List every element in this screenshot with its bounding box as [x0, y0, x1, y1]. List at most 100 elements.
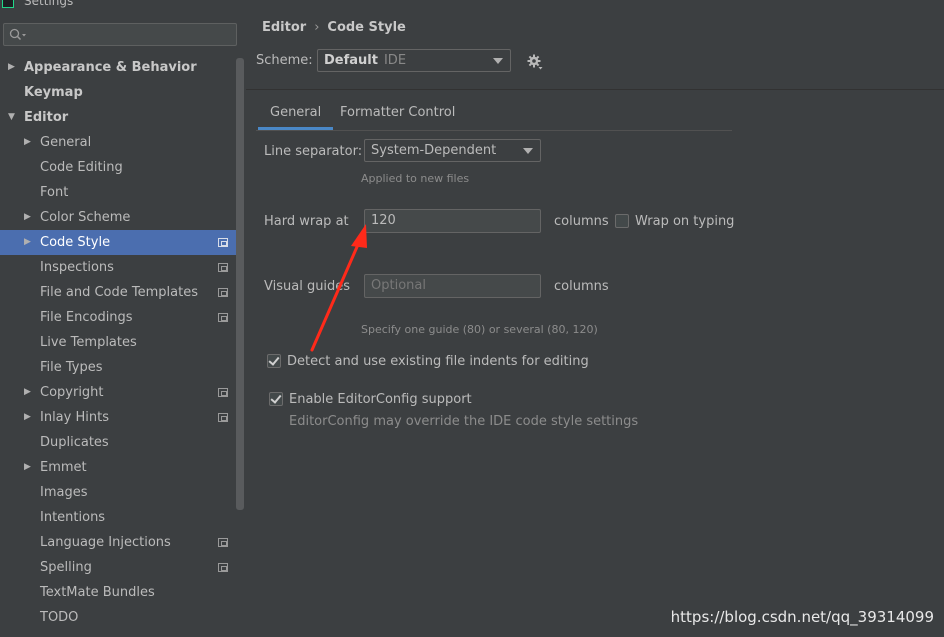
sidebar-scrollbar[interactable] — [236, 58, 244, 510]
tab-bar: General Formatter Control — [256, 100, 732, 131]
settings-sidebar: ▶ Appearance & Behavior Keymap ▼ Editor ▶ Gene… — [0, 10, 246, 637]
scheme-name: Default — [324, 53, 378, 68]
window-titlebar: Settings — [0, 0, 246, 10]
chevron-down-icon — [493, 58, 503, 64]
line-separator-dropdown[interactable]: System-Dependent — [364, 139, 541, 162]
sidebar-item-label: Inspections — [40, 260, 114, 275]
detect-indents-label[interactable]: Detect and use existing file indents for… — [287, 354, 589, 369]
sidebar-item-label: Duplicates — [40, 435, 109, 450]
sidebar-item-file-and-code-templates[interactable]: File and Code Templates — [0, 280, 236, 305]
project-scope-icon — [218, 313, 228, 322]
sidebar-item-inlay-hints[interactable]: ▶ Inlay Hints — [0, 405, 236, 430]
project-scope-icon — [218, 563, 228, 572]
editorconfig-checkbox[interactable] — [269, 392, 283, 406]
chevron-right-icon[interactable]: ▶ — [8, 55, 20, 80]
sidebar-item-label: TODO — [40, 610, 79, 625]
scheme-dropdown[interactable]: Default IDE — [317, 49, 511, 72]
sidebar-item-copyright[interactable]: ▶ Copyright — [0, 380, 236, 405]
sidebar-item-emmet[interactable]: ▶ Emmet — [0, 455, 236, 480]
search-icon — [9, 28, 27, 46]
project-scope-icon — [218, 238, 228, 247]
sidebar-item-inspections[interactable]: Inspections — [0, 255, 236, 280]
editorconfig-label[interactable]: Enable EditorConfig support — [289, 392, 472, 407]
sidebar-item-font[interactable]: Font — [0, 180, 236, 205]
hard-wrap-unit: columns — [554, 214, 609, 229]
sidebar-item-language-injections[interactable]: Language Injections — [0, 530, 236, 555]
chevron-right-icon[interactable]: ▶ — [24, 455, 36, 480]
sidebar-item-label: Editor — [24, 110, 69, 125]
project-scope-icon — [218, 538, 228, 547]
hard-wrap-label: Hard wrap at — [264, 214, 349, 229]
sidebar-item-keymap[interactable]: Keymap — [0, 80, 236, 105]
wrap-on-typing-checkbox[interactable] — [615, 214, 629, 228]
sidebar-item-textmate-bundles[interactable]: TextMate Bundles — [0, 580, 236, 605]
chevron-right-icon[interactable]: ▶ — [24, 405, 36, 430]
app-icon — [2, 0, 14, 8]
sidebar-item-label: General — [40, 135, 92, 150]
project-scope-icon — [218, 388, 228, 397]
detect-indents-checkbox[interactable] — [267, 354, 281, 368]
visual-guides-hint: Specify one guide (80) or several (80, 1… — [361, 323, 598, 336]
search-input[interactable] — [3, 23, 237, 46]
sidebar-item-label: Intentions — [40, 510, 106, 525]
sidebar-item-label: Color Scheme — [40, 210, 131, 225]
sidebar-item-label: Language Injections — [40, 535, 171, 550]
sidebar-item-todo[interactable]: TODO — [0, 605, 236, 630]
editorconfig-hint: EditorConfig may override the IDE code s… — [289, 414, 639, 429]
sidebar-item-label: File and Code Templates — [40, 285, 198, 300]
project-scope-icon — [218, 288, 228, 297]
visual-guides-unit: columns — [554, 279, 609, 294]
watermark: https://blog.csdn.net/qq_39314099 — [670, 608, 934, 626]
hard-wrap-input[interactable]: 120 — [364, 209, 541, 233]
breadcrumb-parent[interactable]: Editor — [262, 20, 306, 35]
settings-tree: ▶ Appearance & Behavior Keymap ▼ Editor ▶ Gene… — [0, 55, 236, 630]
sidebar-item-label: Font — [40, 185, 69, 200]
sidebar-item-file-types[interactable]: File Types — [0, 355, 236, 380]
sidebar-item-code-style[interactable]: ▶ Code Style — [0, 230, 236, 255]
header-divider — [246, 89, 944, 90]
settings-content: Editor › Code Style Scheme: Default IDE Gen… — [246, 0, 944, 637]
gear-icon[interactable] — [526, 53, 544, 75]
wrap-on-typing-label[interactable]: Wrap on typing — [635, 214, 734, 229]
scheme-label: Scheme: — [256, 53, 313, 68]
sidebar-item-label: File Types — [40, 360, 103, 375]
project-scope-icon — [218, 263, 228, 272]
sidebar-item-appearance-behavior[interactable]: ▶ Appearance & Behavior — [0, 55, 236, 80]
line-separator-value: System-Dependent — [371, 143, 497, 158]
sidebar-item-label: Emmet — [40, 460, 87, 475]
sidebar-item-label: Code Style — [40, 235, 111, 250]
sidebar-item-label: File Encodings — [40, 310, 133, 325]
sidebar-item-label: Copyright — [40, 385, 104, 400]
chevron-right-icon[interactable]: ▶ — [24, 380, 36, 405]
sidebar-item-intentions[interactable]: Intentions — [0, 505, 236, 530]
sidebar-item-label: Keymap — [24, 85, 83, 100]
breadcrumb-current: Code Style — [327, 20, 406, 35]
visual-guides-label: Visual guides — [264, 279, 351, 294]
sidebar-item-live-templates[interactable]: Live Templates — [0, 330, 236, 355]
window-title: Settings — [24, 0, 74, 8]
sidebar-item-duplicates[interactable]: Duplicates — [0, 430, 236, 455]
sidebar-item-general[interactable]: ▶ General — [0, 130, 236, 155]
chevron-down-icon — [523, 148, 533, 154]
sidebar-item-spelling[interactable]: Spelling — [0, 555, 236, 580]
sidebar-item-label: Spelling — [40, 560, 92, 575]
visual-guides-input[interactable]: Optional — [364, 274, 541, 298]
chevron-down-icon[interactable]: ▼ — [8, 105, 20, 130]
line-separator-hint: Applied to new files — [361, 172, 470, 185]
sidebar-item-file-encodings[interactable]: File Encodings — [0, 305, 236, 330]
sidebar-item-code-editing[interactable]: Code Editing — [0, 155, 236, 180]
sidebar-item-color-scheme[interactable]: ▶ Color Scheme — [0, 205, 236, 230]
tab-general[interactable]: General — [258, 100, 334, 130]
chevron-right-icon[interactable]: ▶ — [24, 205, 36, 230]
sidebar-item-label: Images — [40, 485, 88, 500]
breadcrumb: Editor › Code Style — [262, 20, 406, 35]
project-scope-icon — [218, 413, 228, 422]
sidebar-item-label: Code Editing — [40, 160, 123, 175]
chevron-right-icon[interactable]: ▶ — [24, 230, 36, 255]
sidebar-item-editor[interactable]: ▼ Editor — [0, 105, 236, 130]
scheme-type: IDE — [383, 53, 407, 68]
tab-formatter-control[interactable]: Formatter Control — [328, 100, 467, 130]
line-separator-label: Line separator: — [264, 144, 363, 159]
sidebar-item-images[interactable]: Images — [0, 480, 236, 505]
chevron-right-icon[interactable]: ▶ — [24, 130, 36, 155]
